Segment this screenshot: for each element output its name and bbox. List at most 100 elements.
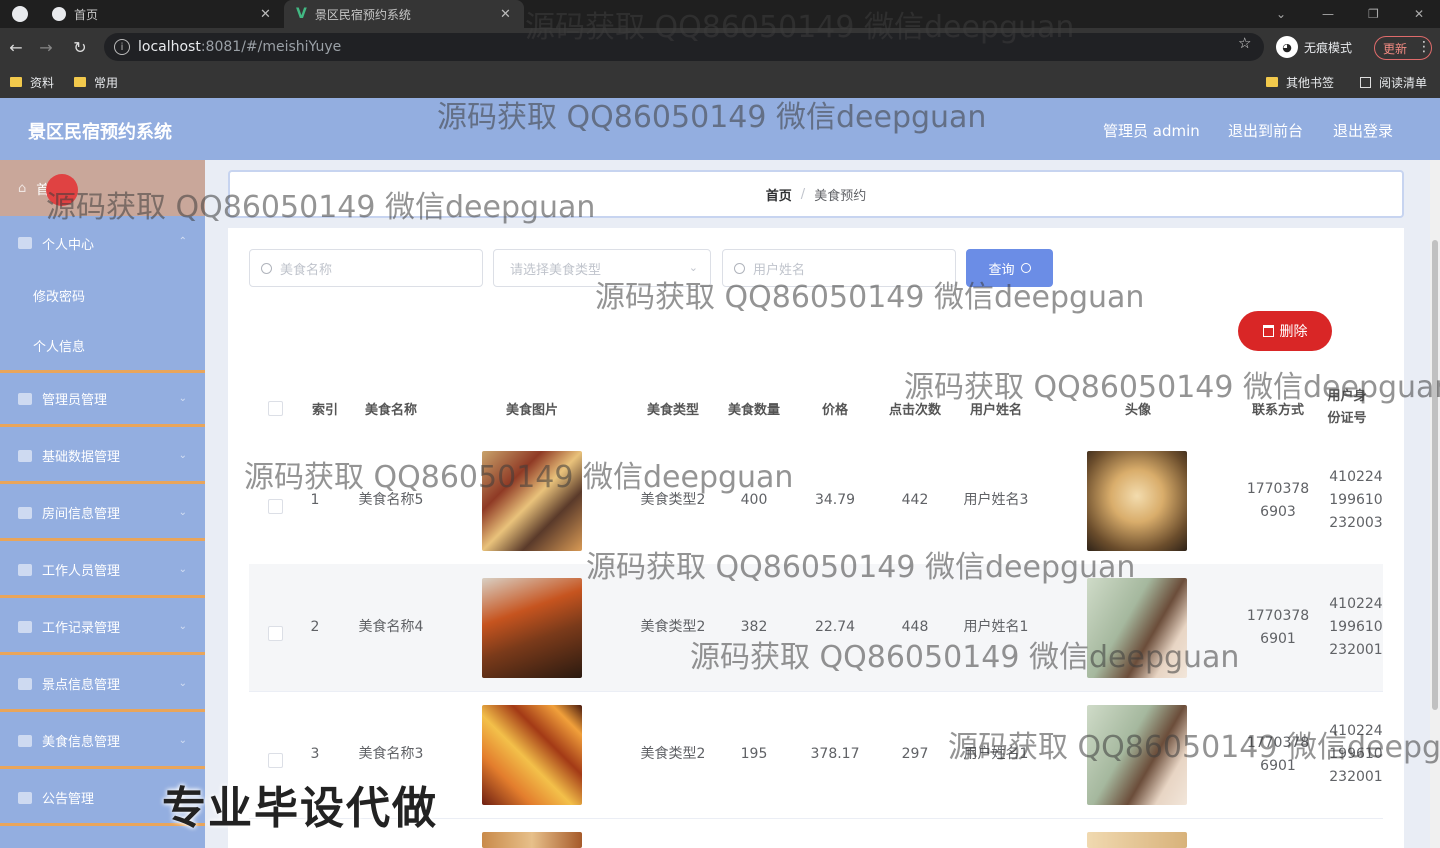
column-header: 头像 bbox=[1124, 402, 1151, 418]
cell-food-type: 美食类型2 bbox=[640, 746, 706, 762]
breadcrumb-home[interactable]: 首页 bbox=[766, 185, 792, 204]
search-icon bbox=[1020, 263, 1031, 273]
sidebar-subitem-change-password[interactable]: 修改密码 bbox=[0, 270, 205, 320]
food-image[interactable] bbox=[482, 705, 582, 805]
cell-phone: 17703786901 bbox=[1246, 734, 1310, 774]
back-arrow-icon[interactable]: ← bbox=[4, 34, 28, 60]
row-checkbox[interactable] bbox=[268, 626, 283, 641]
sidebar-item-label: 工作记录管理 bbox=[42, 621, 121, 636]
bookmark-label: 资料 bbox=[30, 75, 55, 90]
select-all-checkbox[interactable] bbox=[268, 401, 283, 416]
exit-to-front-link[interactable]: 退出到前台 bbox=[1228, 120, 1303, 141]
food-type-select[interactable]: 请选择美食类型 ⌄ bbox=[493, 249, 711, 287]
input-placeholder: 美食名称 bbox=[280, 262, 333, 278]
browser-profile-icon[interactable] bbox=[12, 6, 28, 22]
user-name-search-input[interactable]: 用户姓名 bbox=[722, 249, 956, 287]
sidebar-item-label: 房间信息管理 bbox=[42, 507, 121, 522]
close-tab-icon[interactable]: ✕ bbox=[500, 7, 511, 22]
cell-food-name: 美食名称4 bbox=[358, 619, 424, 635]
home-icon: ⌂ bbox=[18, 180, 27, 196]
sidebar-item-personal[interactable]: 个人中心 ⌃ bbox=[0, 216, 205, 270]
column-header: 价格 bbox=[821, 402, 848, 418]
cell-phone: 17703786903 bbox=[1246, 480, 1310, 520]
column-header: 用户姓名 bbox=[969, 402, 1022, 418]
cell-quantity: 382 bbox=[740, 619, 768, 635]
food-image[interactable] bbox=[482, 832, 582, 848]
browser-tab-home[interactable]: 首页 ✕ bbox=[40, 0, 280, 28]
menu-kebab-icon[interactable]: ⋮ bbox=[1412, 34, 1436, 60]
delete-button[interactable]: 删除 bbox=[1238, 311, 1332, 351]
query-button[interactable]: 查询 bbox=[966, 249, 1053, 287]
row-checkbox[interactable] bbox=[268, 499, 283, 514]
url-path: :8081/#/meishiYuye bbox=[200, 39, 342, 55]
square-icon bbox=[18, 563, 32, 576]
cell-clicks: 442 bbox=[901, 492, 929, 508]
cell-id-number: 410224199610232001 bbox=[1329, 723, 1383, 785]
bookmark-label: 常用 bbox=[94, 75, 119, 90]
sidebar-item-label: 公告管理 bbox=[42, 792, 95, 807]
cell-phone: 17703786901 bbox=[1246, 607, 1310, 647]
sidebar-item-home[interactable]: ⌂ 首页 bbox=[0, 160, 205, 216]
sidebar-item-work-records[interactable]: 工作记录管理 ⌄ bbox=[0, 601, 205, 655]
browser-tab-active[interactable]: V 景区民宿预约系统 ✕ bbox=[284, 0, 524, 28]
avatar[interactable] bbox=[1087, 451, 1187, 551]
minimize-button[interactable]: — bbox=[1322, 0, 1334, 28]
row-checkbox[interactable] bbox=[268, 753, 283, 768]
chevron-down-icon: ⌄ bbox=[178, 393, 187, 404]
reload-icon[interactable]: ↻ bbox=[68, 34, 92, 60]
incognito-label: 无痕模式 bbox=[1304, 40, 1353, 55]
sidebar-item-food[interactable]: 美食信息管理 ⌄ bbox=[0, 715, 205, 769]
tab-search-icon[interactable]: ⌄ bbox=[1276, 0, 1286, 28]
sidebar-item-base-data[interactable]: 基础数据管理 ⌄ bbox=[0, 430, 205, 484]
bookmarks-bar: 资料 常用 其他书签 阅读清单 bbox=[0, 66, 1440, 99]
sidebar-item-admin[interactable]: 管理员管理 ⌄ bbox=[0, 373, 205, 427]
bookmark-folder[interactable]: 资料 bbox=[10, 73, 54, 91]
food-name-search-input[interactable]: 美食名称 bbox=[249, 249, 483, 287]
cell-quantity: 195 bbox=[740, 746, 768, 762]
page-scrollbar[interactable] bbox=[1430, 160, 1440, 848]
avatar[interactable] bbox=[1087, 578, 1187, 678]
reading-list[interactable]: 阅读清单 bbox=[1360, 73, 1427, 91]
scrollbar-thumb[interactable] bbox=[1432, 240, 1438, 710]
incognito-indicator[interactable]: ◕ 无痕模式 bbox=[1276, 33, 1352, 61]
avatar[interactable] bbox=[1087, 705, 1187, 805]
breadcrumb-current: 美食预约 bbox=[814, 188, 867, 204]
close-window-button[interactable]: ✕ bbox=[1414, 0, 1424, 28]
close-tab-icon[interactable]: ✕ bbox=[260, 7, 271, 22]
sidebar-item-rooms[interactable]: 房间信息管理 ⌄ bbox=[0, 487, 205, 541]
bookmark-star-icon[interactable]: ☆ bbox=[1238, 34, 1251, 52]
bookmark-label: 其他书签 bbox=[1286, 75, 1335, 90]
other-bookmarks[interactable]: 其他书签 bbox=[1266, 73, 1334, 91]
sidebar-item-staff[interactable]: 工作人员管理 ⌄ bbox=[0, 544, 205, 598]
sidebar-item-label: 景点信息管理 bbox=[42, 678, 121, 693]
cell-clicks: 297 bbox=[901, 746, 929, 762]
folder-icon bbox=[10, 77, 22, 87]
chart-icon bbox=[18, 620, 32, 633]
chevron-down-icon: ⌄ bbox=[178, 507, 187, 518]
column-header: 美食数量 bbox=[727, 402, 780, 418]
search-icon bbox=[261, 262, 272, 274]
food-image[interactable] bbox=[482, 451, 582, 551]
url-field[interactable]: i localhost :8081/#/meishiYuye bbox=[104, 33, 1264, 61]
cell-food-name: 美食名称5 bbox=[358, 492, 424, 508]
sidebar-item-attractions[interactable]: 景点信息管理 ⌄ bbox=[0, 658, 205, 712]
chevron-up-icon: ⌃ bbox=[178, 236, 187, 247]
site-info-icon[interactable]: i bbox=[114, 39, 130, 55]
notification-dot bbox=[46, 174, 78, 206]
cell-user-name: 用户姓名1 bbox=[963, 746, 1029, 762]
list-icon bbox=[18, 677, 32, 690]
food-image[interactable] bbox=[482, 578, 582, 678]
globe-icon bbox=[52, 7, 66, 21]
logout-link[interactable]: 退出登录 bbox=[1333, 120, 1393, 141]
query-label: 查询 bbox=[988, 262, 1015, 278]
column-header: 美食图片 bbox=[505, 402, 558, 418]
admin-label: 管理员 admin bbox=[1103, 122, 1200, 140]
maximize-button[interactable]: ❐ bbox=[1368, 0, 1379, 28]
forward-arrow-icon[interactable]: → bbox=[34, 34, 58, 60]
bookmark-folder[interactable]: 常用 bbox=[74, 73, 118, 91]
avatar[interactable] bbox=[1087, 832, 1187, 848]
sidebar-subitem-profile[interactable]: 个人信息 bbox=[0, 320, 205, 373]
breadcrumb-separator: / bbox=[800, 186, 806, 202]
sidebar-item-label: 管理员管理 bbox=[42, 393, 108, 408]
app-title: 景区民宿预约系统 bbox=[28, 122, 172, 143]
